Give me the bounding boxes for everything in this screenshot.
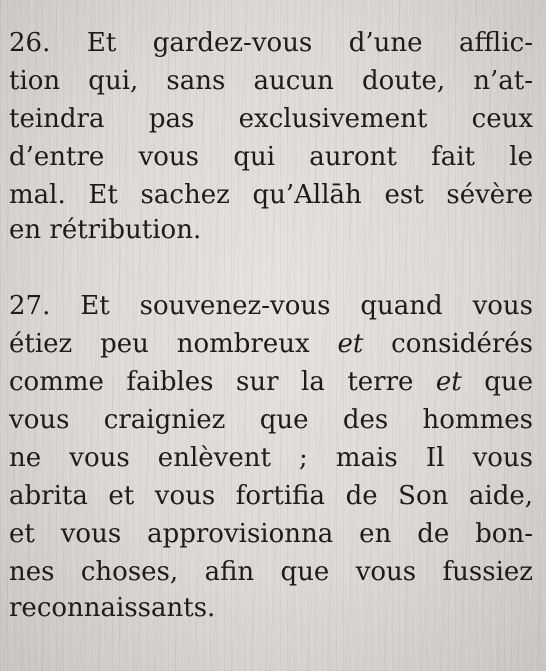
verse-27-line-6: abrita et vous fortifia de Son aide, bbox=[9, 481, 533, 511]
verse-27-line-8: nes choses, afin que vous fussiez bbox=[9, 557, 533, 587]
verse-27-line-2-after: considérés bbox=[363, 329, 533, 359]
book-page: 26. Et gardez-vous d’une afflic- tion qu… bbox=[0, 0, 546, 671]
verse-27-line-3-before: comme faibles sur la terre bbox=[9, 367, 436, 397]
verse-27-line-2: étiez peu nombreux et considérés bbox=[9, 325, 533, 363]
verse-26-line-5: mal. Et sachez qu’Allāh est sévère bbox=[9, 180, 533, 210]
verse-27-line-3-after: que bbox=[461, 367, 533, 397]
italic-et: et bbox=[435, 367, 462, 397]
verse-26-line-3: teindra pas exclusivement ceux bbox=[9, 104, 533, 134]
verse-27-line-7: et vous approvisionna en de bon- bbox=[9, 519, 533, 549]
verse-27-line-5: ne vous enlèvent ; mais Il vous bbox=[9, 443, 533, 473]
verse-27-line-3: comme faibles sur la terre et que bbox=[9, 363, 533, 401]
verse-26-line-4: d’entre vous qui auront fait le bbox=[9, 142, 533, 172]
verse-27-line-2-before: étiez peu nombreux bbox=[9, 329, 338, 359]
verse-26-line-6: en rétribution. bbox=[9, 215, 202, 245]
verse-26-line-1: 26. Et gardez-vous d’une afflic- bbox=[9, 28, 533, 58]
verse-27-line-1: 27. Et souvenez-vous quand vous bbox=[9, 291, 533, 321]
verse-27-line-4: vous craigniez que des hommes bbox=[9, 405, 533, 435]
italic-et: et bbox=[337, 329, 364, 359]
verse-27-line-9: reconnaissants. bbox=[9, 593, 216, 623]
verse-26-line-2: tion qui, sans aucun doute, n’at- bbox=[9, 66, 533, 96]
